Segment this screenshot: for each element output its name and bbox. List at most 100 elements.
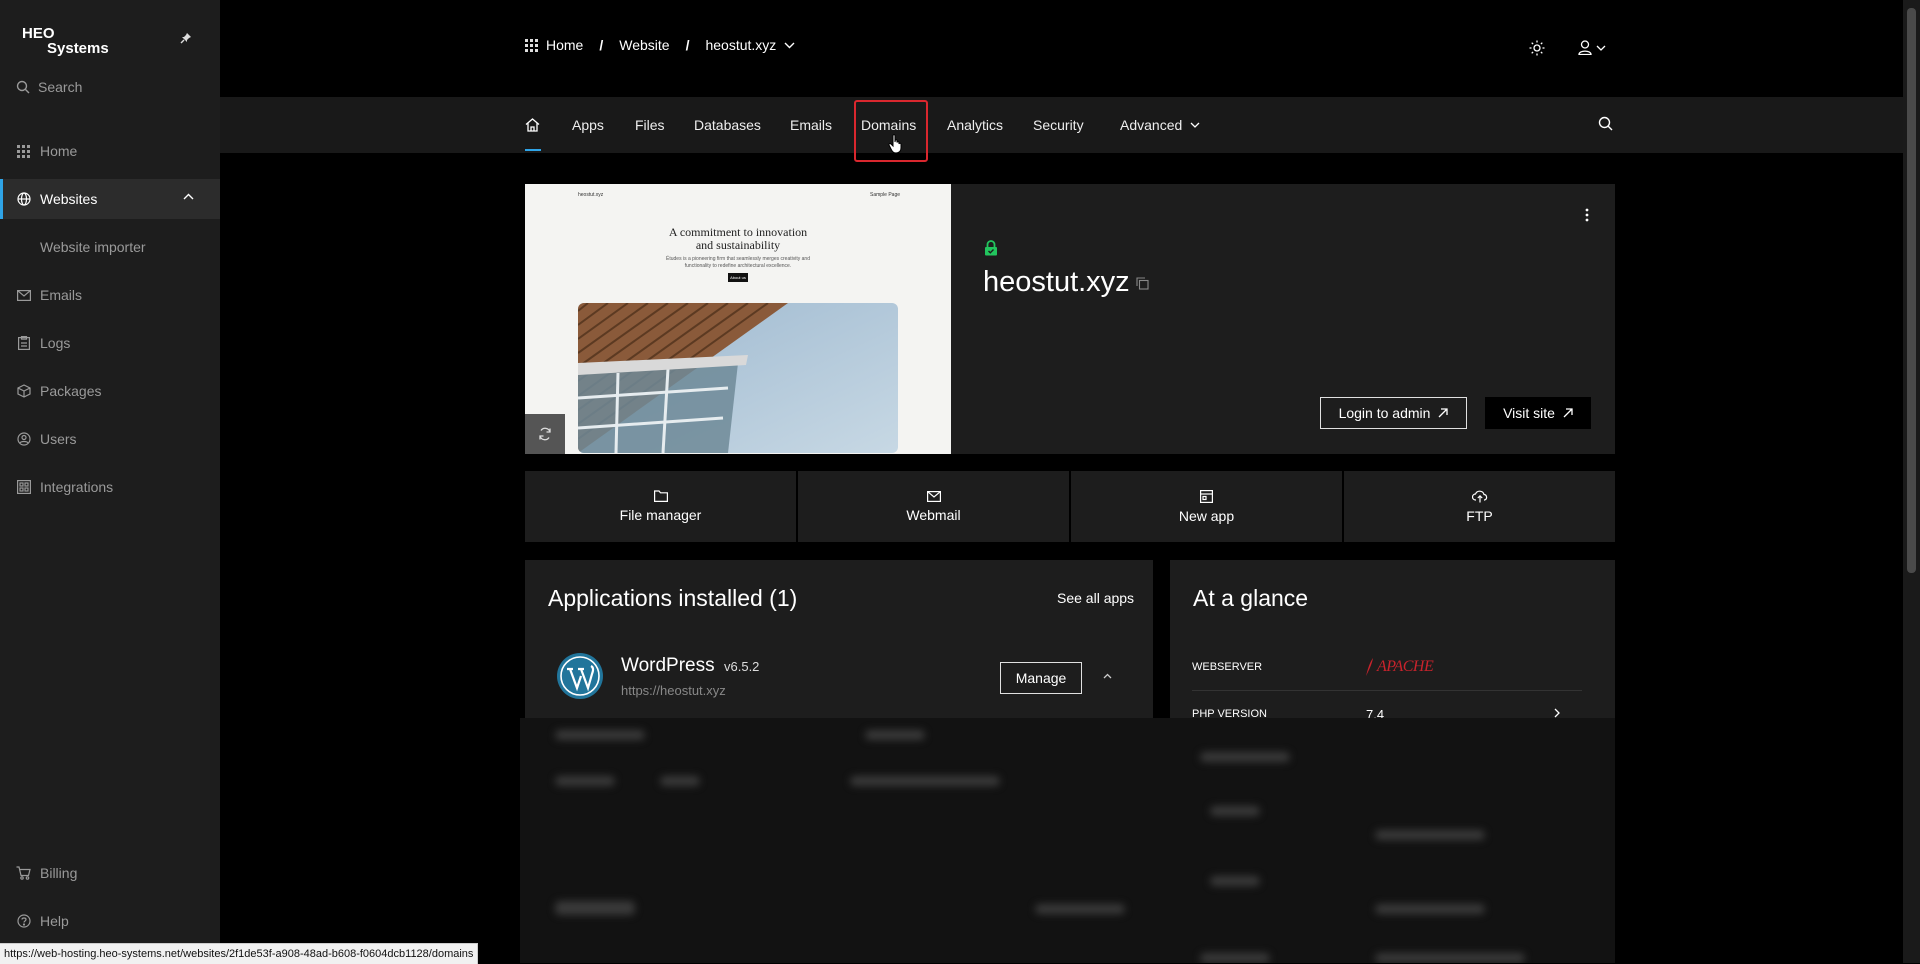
ftp-label: FTP xyxy=(1466,507,1493,524)
chevron-up-icon[interactable] xyxy=(183,193,194,200)
manage-button[interactable]: Manage xyxy=(1000,662,1082,694)
tab-analytics[interactable]: Analytics xyxy=(947,97,1003,153)
apache-feather-icon xyxy=(1366,658,1373,676)
tab-apps[interactable]: Apps xyxy=(572,97,604,153)
chevron-down-icon xyxy=(1596,45,1606,51)
home-icon xyxy=(525,118,540,132)
site-title: heostut.xyz xyxy=(983,266,1130,298)
chevron-down-icon[interactable] xyxy=(784,42,795,49)
copy-icon[interactable] xyxy=(1136,277,1149,290)
external-link-icon xyxy=(1438,408,1449,418)
sidebar-item-websites[interactable]: Websites xyxy=(0,179,220,219)
tab-bar: Apps Files Databases Emails Domains Anal… xyxy=(220,97,1903,153)
login-to-admin-button[interactable]: Login to admin xyxy=(1320,397,1467,429)
breadcrumb-current-site[interactable]: heostut.xyz xyxy=(705,37,776,53)
sidebar-search-label: Search xyxy=(38,79,83,95)
at-a-glance-title: At a glance xyxy=(1193,585,1309,611)
search-icon xyxy=(16,80,30,94)
applications-panel: Applications installed (1) See all apps … xyxy=(525,560,1153,720)
cloud-upload-icon xyxy=(1471,490,1487,502)
refresh-icon xyxy=(539,427,551,441)
webmail-button[interactable]: Webmail xyxy=(798,471,1069,542)
sidebar-item-website-importer[interactable]: Website importer xyxy=(0,227,260,267)
refresh-preview-button[interactable] xyxy=(525,414,565,454)
sidebar-item-packages[interactable]: Packages xyxy=(0,371,220,411)
app-icon xyxy=(1200,489,1213,503)
preview-building-image xyxy=(578,303,898,453)
tab-files[interactable]: Files xyxy=(635,97,665,153)
sidebar-item-home[interactable]: Home xyxy=(0,131,220,171)
user-menu[interactable] xyxy=(1578,40,1606,55)
collapse-chevron-up-icon[interactable] xyxy=(1103,673,1112,679)
preview-headline-line-2: and sustainability xyxy=(695,238,781,252)
see-all-apps-link[interactable]: See all apps xyxy=(1057,590,1134,606)
sidebar-item-label: Billing xyxy=(40,865,78,881)
search-icon[interactable] xyxy=(1598,116,1613,131)
sidebar-item-label: Users xyxy=(40,431,77,447)
apps-grid-icon[interactable] xyxy=(525,38,538,52)
grid-icon xyxy=(16,144,31,159)
sidebar-item-label: Home xyxy=(40,143,78,159)
login-to-admin-label: Login to admin xyxy=(1338,405,1431,421)
pin-icon[interactable] xyxy=(180,32,192,44)
preview-nav-link: Sample Page xyxy=(870,192,901,198)
sidebar-search[interactable]: Search xyxy=(16,77,82,97)
more-options-icon[interactable] xyxy=(1585,208,1589,222)
visit-site-button[interactable]: Visit site xyxy=(1485,397,1591,429)
page-scrollbar[interactable] xyxy=(1903,0,1920,963)
tab-advanced-label: Advanced xyxy=(1120,117,1183,133)
breadcrumb-separator: / xyxy=(685,37,690,53)
cart-icon xyxy=(16,866,31,881)
sidebar-item-emails[interactable]: Emails xyxy=(0,275,220,315)
glance-row-webserver: WEBSERVER APACHE xyxy=(1192,644,1582,691)
chevron-right-icon xyxy=(1554,708,1560,718)
brand-logo[interactable]: HEO Systems xyxy=(22,26,109,56)
sidebar-item-billing[interactable]: Billing xyxy=(0,853,220,893)
preview-body-line-1: Études is a pioneering firm that seamles… xyxy=(666,256,810,262)
preview-body-line-2: functionality to redefine architectural … xyxy=(684,263,792,269)
breadcrumb-home[interactable]: Home xyxy=(546,37,583,53)
site-hero-card: heostut.xyz Sample Page A commitment to … xyxy=(525,184,1615,454)
sidebar-item-logs[interactable]: Logs xyxy=(0,323,220,363)
applications-title: Applications installed (1) xyxy=(548,585,798,611)
mail-icon xyxy=(926,490,941,502)
app-url[interactable]: https://heostut.xyz xyxy=(621,683,726,698)
tab-advanced[interactable]: Advanced xyxy=(1120,97,1200,153)
user-circle-icon xyxy=(16,432,31,447)
sidebar-item-users[interactable]: Users xyxy=(0,419,220,459)
integrations-icon xyxy=(16,480,31,495)
status-bar-url: https://web-hosting.heo-systems.net/webs… xyxy=(0,943,479,964)
clipboard-icon xyxy=(16,336,31,351)
file-manager-button[interactable]: File manager xyxy=(525,471,796,542)
help-icon xyxy=(16,914,31,929)
tab-security[interactable]: Security xyxy=(1033,97,1084,153)
wordpress-logo-icon xyxy=(556,652,604,700)
at-a-glance-panel: At a glance WEBSERVER APACHE PHP VERSION… xyxy=(1170,560,1615,722)
file-manager-label: File manager xyxy=(619,507,702,523)
breadcrumb-separator: / xyxy=(599,37,604,53)
package-icon xyxy=(16,384,31,399)
sidebar-item-help[interactable]: Help xyxy=(0,901,220,941)
new-app-button[interactable]: New app xyxy=(1071,471,1342,542)
sidebar: HEO Systems Search Home Websites Website… xyxy=(0,0,220,963)
app-name: WordPress xyxy=(621,655,715,676)
webmail-label: Webmail xyxy=(906,506,961,523)
site-preview[interactable]: heostut.xyz Sample Page A commitment to … xyxy=(525,184,951,454)
sidebar-item-label: Integrations xyxy=(40,479,114,495)
sidebar-item-label: Website importer xyxy=(40,239,146,255)
hand-cursor-icon xyxy=(888,134,904,154)
sidebar-item-label: Websites xyxy=(40,191,98,207)
preview-button: About us xyxy=(728,273,748,282)
scrollbar-thumb[interactable] xyxy=(1907,8,1916,573)
theme-toggle-sun-icon[interactable] xyxy=(1529,40,1545,56)
chevron-down-icon xyxy=(1190,122,1200,128)
folder-icon xyxy=(653,490,668,502)
ftp-button[interactable]: FTP xyxy=(1344,471,1615,542)
external-link-icon xyxy=(1563,408,1573,418)
tab-home[interactable] xyxy=(525,97,541,153)
tab-emails[interactable]: Emails xyxy=(790,97,832,153)
tab-databases[interactable]: Databases xyxy=(694,97,761,153)
breadcrumb-website[interactable]: Website xyxy=(619,37,669,53)
mail-icon xyxy=(16,288,31,303)
sidebar-item-integrations[interactable]: Integrations xyxy=(0,467,220,507)
